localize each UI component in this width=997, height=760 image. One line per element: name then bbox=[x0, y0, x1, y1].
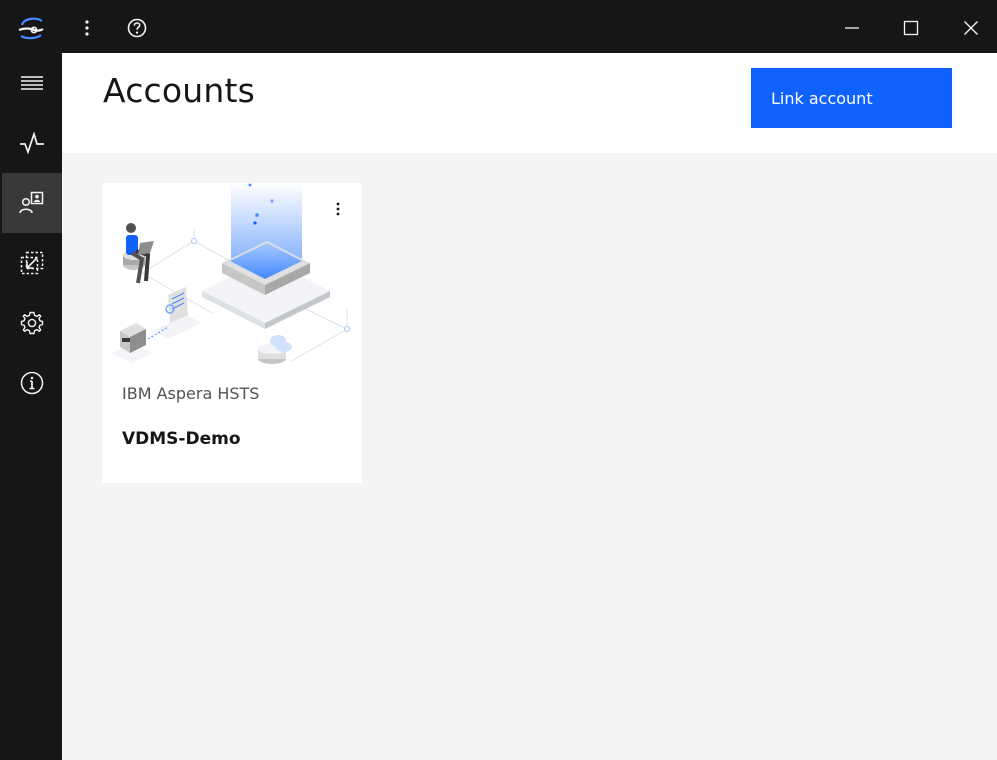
sidebar-item-activity[interactable] bbox=[2, 113, 62, 173]
main-content: Accounts Link account IBM Aspera HSTS VD… bbox=[62, 53, 997, 760]
sidebar-item-menu[interactable] bbox=[2, 53, 62, 113]
title-bar bbox=[0, 0, 997, 53]
account-illustration bbox=[102, 183, 362, 365]
settings-gear-icon bbox=[20, 311, 44, 335]
sidebar-item-transfers[interactable] bbox=[2, 233, 62, 293]
card-overflow-menu-icon[interactable] bbox=[328, 199, 348, 219]
sidebar-item-settings[interactable] bbox=[2, 293, 62, 353]
information-icon bbox=[20, 371, 44, 395]
overflow-menu-vertical-icon[interactable] bbox=[68, 3, 106, 53]
minimize-icon[interactable] bbox=[828, 3, 876, 53]
account-card[interactable]: IBM Aspera HSTS VDMS-Demo bbox=[102, 183, 362, 483]
page-title: Accounts bbox=[103, 71, 256, 110]
account-name: VDMS-Demo bbox=[122, 429, 241, 449]
maximize-icon[interactable] bbox=[887, 3, 935, 53]
sidebar-item-about[interactable] bbox=[2, 353, 62, 413]
link-account-button[interactable]: Link account bbox=[751, 68, 952, 128]
close-icon[interactable] bbox=[947, 3, 995, 53]
account-type: IBM Aspera HSTS bbox=[122, 384, 260, 403]
transfer-icon bbox=[20, 251, 44, 275]
sidebar-nav bbox=[0, 53, 62, 760]
activity-icon bbox=[20, 132, 44, 154]
hamburger-menu-icon bbox=[21, 76, 43, 90]
page-header: Accounts Link account bbox=[62, 53, 997, 153]
sidebar-item-accounts[interactable] bbox=[2, 173, 62, 233]
aspera-logo-icon bbox=[8, 3, 54, 53]
accounts-icon bbox=[19, 191, 44, 214]
help-icon[interactable] bbox=[118, 3, 156, 53]
